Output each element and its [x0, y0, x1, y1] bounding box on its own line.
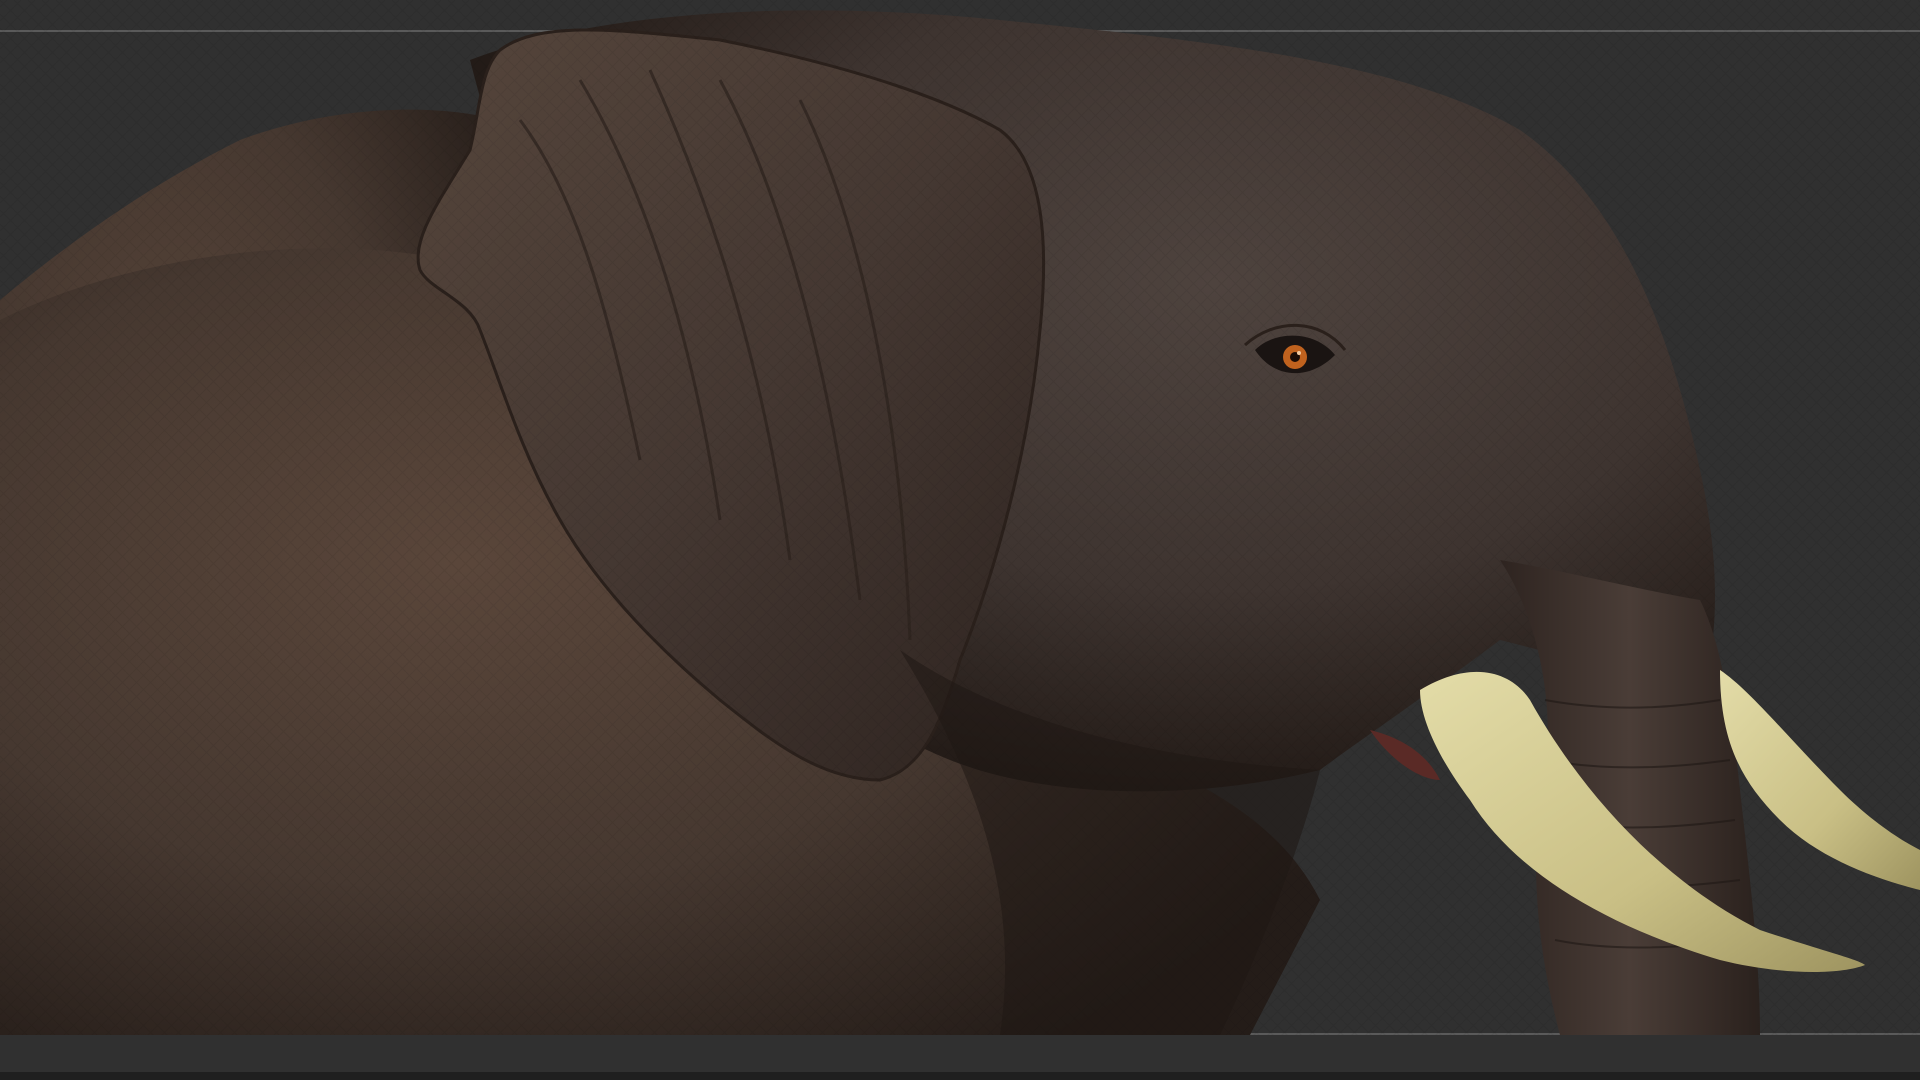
elephant-model[interactable]: [0, 0, 1920, 1080]
sculpt-viewport[interactable]: [0, 0, 1920, 1080]
